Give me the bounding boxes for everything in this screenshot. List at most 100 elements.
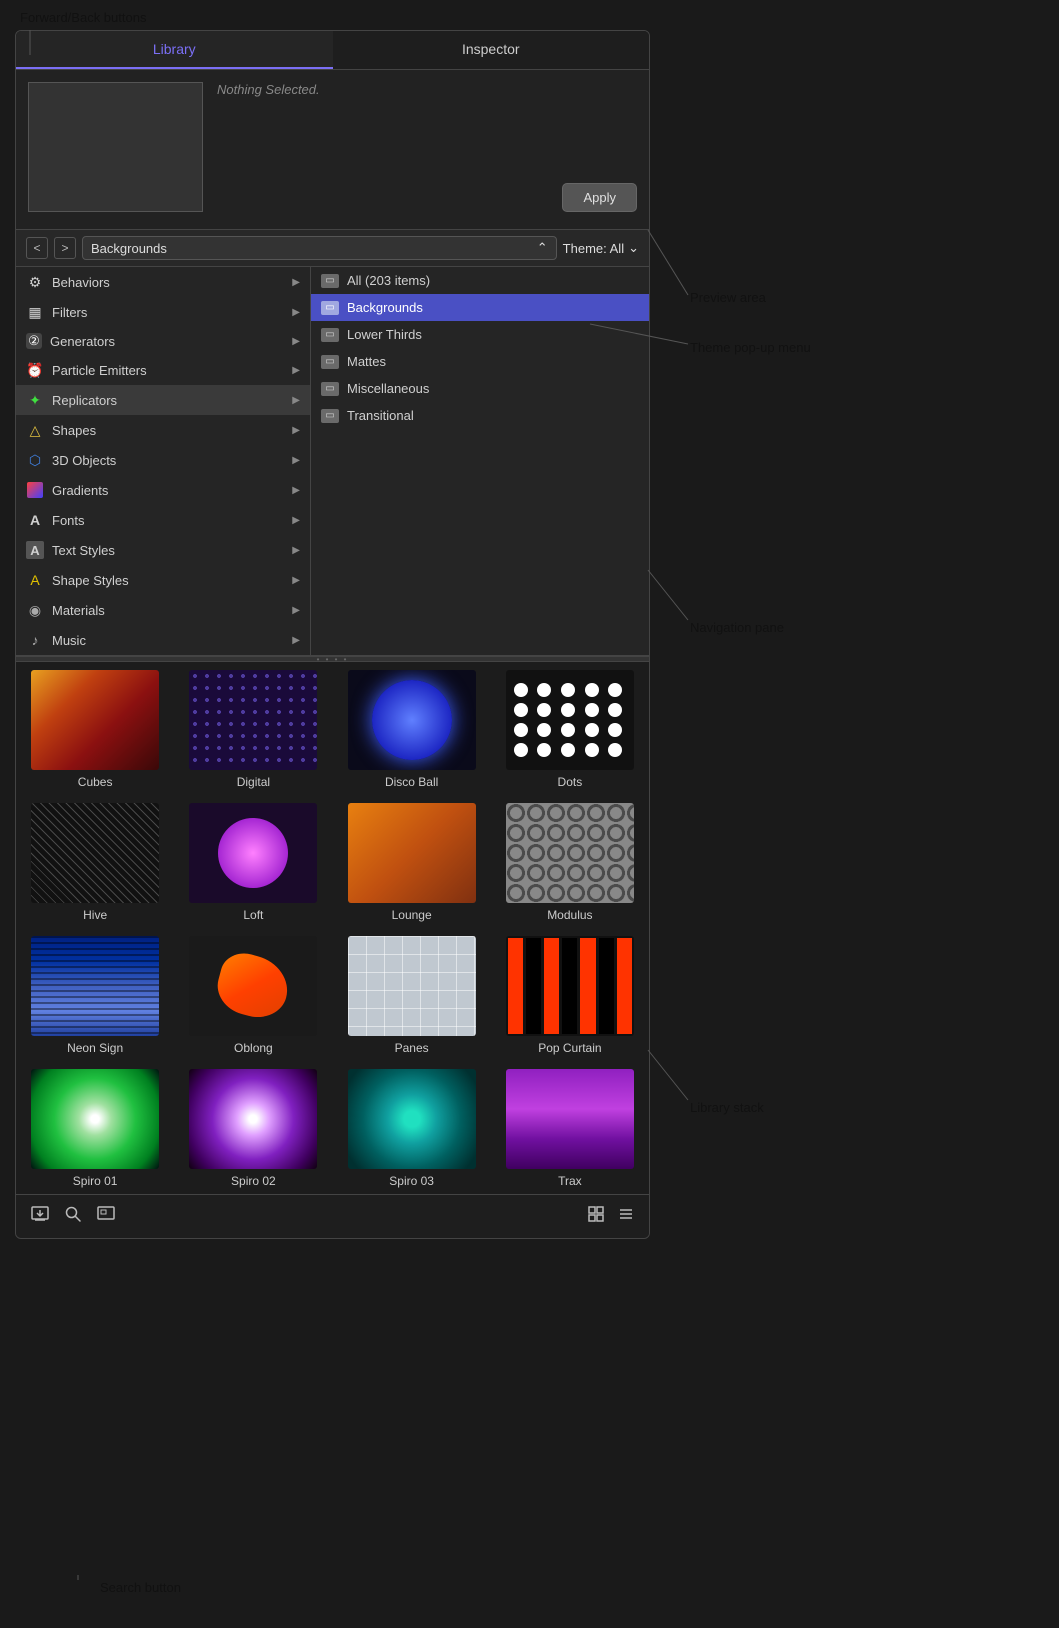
folder-item-all[interactable]: ▭ All (203 items) bbox=[311, 267, 649, 294]
thumb-lounge bbox=[348, 803, 476, 903]
folder-item-backgrounds[interactable]: ▭ Backgrounds bbox=[311, 294, 649, 321]
nav-item-particle-emitters[interactable]: ⏰ Particle Emitters ▶ bbox=[16, 355, 310, 385]
label-loft: Loft bbox=[243, 908, 263, 922]
filters-label: Filters bbox=[52, 305, 87, 320]
fonts-label: Fonts bbox=[52, 513, 85, 528]
gradients-label: Gradients bbox=[52, 483, 108, 498]
theme-popup-annotation: Theme pop-up menu bbox=[690, 340, 811, 355]
thumb-hive bbox=[31, 803, 159, 903]
folder-pane: ▭ All (203 items) ▭ Backgrounds ▭ Lower … bbox=[311, 267, 649, 655]
label-hive: Hive bbox=[83, 908, 107, 922]
label-trax: Trax bbox=[558, 1174, 582, 1188]
folder-item-transitional[interactable]: ▭ Transitional bbox=[311, 402, 649, 429]
grid-item-lounge[interactable]: Lounge bbox=[333, 795, 491, 928]
thumb-spiro01 bbox=[31, 1069, 159, 1169]
chevron-shape-styles: ▶ bbox=[292, 575, 300, 586]
folder-lower-thirds-icon: ▭ bbox=[321, 328, 339, 342]
forward-button[interactable]: > bbox=[54, 237, 76, 259]
back-button[interactable]: < bbox=[26, 237, 48, 259]
nav-item-3d-objects[interactable]: ⬡ 3D Objects ▶ bbox=[16, 445, 310, 475]
folder-item-miscellaneous[interactable]: ▭ Miscellaneous bbox=[311, 375, 649, 402]
nav-item-fonts[interactable]: A Fonts ▶ bbox=[16, 505, 310, 535]
folder-all-icon: ▭ bbox=[321, 274, 339, 288]
list-view-button[interactable] bbox=[615, 1203, 637, 1230]
folder-all-label: All (203 items) bbox=[347, 273, 430, 288]
grid-item-pop-curtain[interactable]: Pop Curtain bbox=[491, 928, 649, 1061]
navigation-pane-annotation: Navigation pane bbox=[690, 620, 784, 635]
grid-item-spiro03[interactable]: Spiro 03 bbox=[333, 1061, 491, 1194]
folder-lower-thirds-label: Lower Thirds bbox=[347, 327, 422, 342]
label-cubes: Cubes bbox=[78, 775, 113, 789]
materials-label: Materials bbox=[52, 603, 105, 618]
folder-item-lower-thirds[interactable]: ▭ Lower Thirds bbox=[311, 321, 649, 348]
grid-item-loft[interactable]: Loft bbox=[174, 795, 332, 928]
nav-item-filters[interactable]: ▦ Filters ▶ bbox=[16, 297, 310, 327]
materials-icon: ◉ bbox=[26, 601, 44, 619]
thumb-disco-ball bbox=[348, 670, 476, 770]
grid-view-button[interactable] bbox=[585, 1203, 607, 1230]
chevron-materials: ▶ bbox=[292, 605, 300, 616]
nav-item-gradients[interactable]: Gradients ▶ bbox=[16, 475, 310, 505]
preview-thumbnail bbox=[28, 82, 203, 212]
grid-item-modulus[interactable]: Modulus bbox=[491, 795, 649, 928]
nothing-selected-label: Nothing Selected. bbox=[217, 82, 637, 97]
thumb-spiro03 bbox=[348, 1069, 476, 1169]
folder-mattes-icon: ▭ bbox=[321, 355, 339, 369]
grid-item-spiro02[interactable]: Spiro 02 bbox=[174, 1061, 332, 1194]
label-spiro02: Spiro 02 bbox=[231, 1174, 276, 1188]
particle-emitters-icon: ⏰ bbox=[26, 361, 44, 379]
folder-backgrounds-label: Backgrounds bbox=[347, 300, 423, 315]
folder-item-mattes[interactable]: ▭ Mattes bbox=[311, 348, 649, 375]
grid-item-oblong[interactable]: Oblong bbox=[174, 928, 332, 1061]
label-panes: Panes bbox=[395, 1041, 429, 1055]
grid-item-digital[interactable]: Digital bbox=[174, 662, 332, 795]
label-pop-curtain: Pop Curtain bbox=[538, 1041, 601, 1055]
preview-button[interactable] bbox=[94, 1203, 118, 1230]
grid-item-spiro01[interactable]: Spiro 01 bbox=[16, 1061, 174, 1194]
shape-styles-label: Shape Styles bbox=[52, 573, 129, 588]
folder-transitional-label: Transitional bbox=[347, 408, 414, 423]
nav-item-text-styles[interactable]: A Text Styles ▶ bbox=[16, 535, 310, 565]
shapes-icon: △ bbox=[26, 421, 44, 439]
text-styles-icon: A bbox=[26, 541, 44, 559]
chevron-filters: ▶ bbox=[292, 307, 300, 318]
grid-item-disco-ball[interactable]: Disco Ball bbox=[333, 662, 491, 795]
apply-button[interactable]: Apply bbox=[562, 183, 637, 212]
breadcrumb-label[interactable]: Backgrounds ⌃ bbox=[82, 236, 557, 260]
nav-item-shape-styles[interactable]: A Shape Styles ▶ bbox=[16, 565, 310, 595]
nav-item-generators[interactable]: ② Generators ▶ bbox=[16, 327, 310, 355]
grid-item-cubes[interactable]: Cubes bbox=[16, 662, 174, 795]
nav-item-materials[interactable]: ◉ Materials ▶ bbox=[16, 595, 310, 625]
grid-item-dots[interactable]: Dots bbox=[491, 662, 649, 795]
grid-item-hive[interactable]: Hive bbox=[16, 795, 174, 928]
nav-item-behaviors[interactable]: ⚙ Behaviors ▶ bbox=[16, 267, 310, 297]
thumb-cubes bbox=[31, 670, 159, 770]
search-button[interactable] bbox=[62, 1203, 84, 1230]
chevron-fonts: ▶ bbox=[292, 515, 300, 526]
theme-popup[interactable]: Theme: All ⌄ bbox=[563, 240, 639, 256]
tab-bar: Library Inspector bbox=[16, 31, 649, 70]
label-modulus: Modulus bbox=[547, 908, 592, 922]
grid-item-neon-sign[interactable]: Neon Sign bbox=[16, 928, 174, 1061]
import-button[interactable] bbox=[28, 1203, 52, 1230]
nav-item-music[interactable]: ♪ Music ▶ bbox=[16, 625, 310, 655]
preview-area-annotation: Preview area bbox=[690, 290, 766, 305]
nav-item-replicators[interactable]: ✦ Replicators ▶ bbox=[16, 385, 310, 415]
grid-item-trax[interactable]: Trax bbox=[491, 1061, 649, 1194]
library-stack: Cubes Digital Disco Ball bbox=[16, 662, 649, 1194]
breadcrumb-bar: < > Backgrounds ⌃ Theme: All ⌄ bbox=[16, 230, 649, 267]
label-dots: Dots bbox=[558, 775, 583, 789]
folder-miscellaneous-label: Miscellaneous bbox=[347, 381, 429, 396]
replicators-icon: ✦ bbox=[26, 391, 44, 409]
nav-item-shapes[interactable]: △ Shapes ▶ bbox=[16, 415, 310, 445]
tab-inspector[interactable]: Inspector bbox=[333, 31, 650, 69]
chevron-behaviors: ▶ bbox=[292, 277, 300, 288]
forward-back-annotation: Forward/Back buttons bbox=[20, 10, 146, 25]
tab-library[interactable]: Library bbox=[16, 31, 333, 69]
grid-item-panes[interactable]: Panes bbox=[333, 928, 491, 1061]
navigation-pane: ⚙ Behaviors ▶ ▦ Filters ▶ ② Generators ▶ bbox=[16, 267, 649, 656]
label-digital: Digital bbox=[237, 775, 270, 789]
label-oblong: Oblong bbox=[234, 1041, 273, 1055]
music-label: Music bbox=[52, 633, 86, 648]
chevron-particle: ▶ bbox=[292, 365, 300, 376]
